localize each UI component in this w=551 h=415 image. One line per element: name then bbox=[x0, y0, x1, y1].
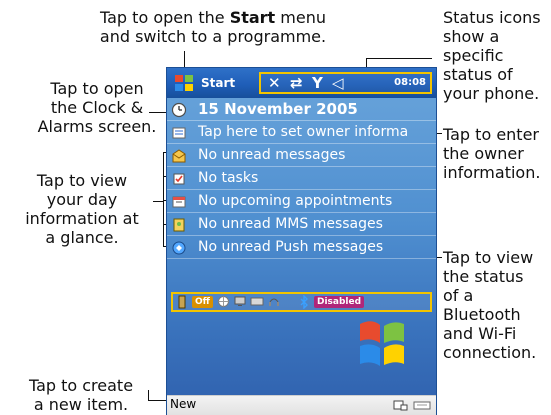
today-items: 15 November 2005 Tap here to set owner i… bbox=[167, 98, 436, 318]
menu-bar: New bbox=[167, 395, 436, 415]
start-callout-prefix: Tap to open the bbox=[100, 8, 230, 27]
mail-icon bbox=[172, 149, 186, 163]
connectivity-status-row[interactable]: Off Disabled bbox=[171, 292, 432, 312]
messages-label: No unread messages bbox=[198, 147, 346, 163]
day-callout-line: a glance. bbox=[45, 228, 119, 247]
new-callout-line: Tap to create bbox=[28, 376, 134, 395]
clock-callout-line: the Clock & bbox=[50, 98, 144, 117]
bluetooth-callout-line: and Wi-Fi bbox=[443, 324, 517, 343]
day-callout-line: your day bbox=[46, 190, 118, 209]
owner-info-label: Tap here to set owner informa bbox=[198, 124, 409, 140]
windows-logo bbox=[360, 321, 404, 366]
pocket-pc-today-screen: Start ✕ ⇄ Y ◁ 08:08 15 November 2005 Tap… bbox=[167, 68, 436, 415]
signal-settings-icon[interactable]: ✕ bbox=[268, 75, 281, 91]
bluetooth-callout-line: Tap to view bbox=[443, 248, 534, 267]
day-info-callout: Tap to view your day information at a gl… bbox=[11, 171, 153, 247]
status-callout-line: your phone. bbox=[443, 84, 540, 103]
day-callout-line: Tap to view bbox=[36, 171, 128, 190]
today-date-label: 15 November 2005 bbox=[198, 100, 358, 118]
start-callout-suffix: menu bbox=[275, 8, 326, 27]
status-callout-line: specific bbox=[443, 46, 504, 65]
owner-callout-line: Tap to enter bbox=[443, 125, 539, 144]
clock-alarms-callout: Tap to open the Clock & Alarms screen. bbox=[34, 79, 160, 136]
new-item-callout: Tap to create a new item. bbox=[15, 376, 147, 414]
owner-card-icon bbox=[172, 127, 186, 139]
today-date-row[interactable]: 15 November 2005 bbox=[167, 98, 436, 121]
bluetooth-callout-line: of a bbox=[443, 286, 474, 305]
off-status-chip[interactable]: Off bbox=[192, 296, 213, 308]
status-callout-line: Status icons bbox=[443, 8, 541, 27]
speaker-volume-icon[interactable]: ◁ bbox=[332, 75, 344, 91]
start-windows-icon[interactable] bbox=[174, 73, 194, 93]
title-bar: Start ✕ ⇄ Y ◁ 08:08 bbox=[167, 68, 436, 98]
bluetooth-callout-line: Bluetooth bbox=[443, 305, 521, 324]
appointments-label: No upcoming appointments bbox=[198, 193, 393, 209]
bluetooth-wifi-callout: Tap to view the status of a Bluetooth an… bbox=[443, 248, 547, 362]
owner-info-callout: Tap to enter the owner information. bbox=[443, 125, 547, 182]
push-label: No unread Push messages bbox=[198, 239, 384, 255]
bluetooth-callout-line: the status bbox=[443, 267, 524, 286]
antenna-signal-icon[interactable]: Y bbox=[312, 75, 323, 91]
mms-row[interactable]: No unread MMS messages bbox=[167, 213, 436, 236]
phone-mini-icon bbox=[178, 295, 186, 309]
status-callout-line: show a bbox=[443, 27, 500, 46]
clock-icon bbox=[171, 102, 187, 118]
calendar-icon bbox=[172, 196, 186, 208]
push-row[interactable]: No unread Push messages bbox=[167, 236, 436, 259]
day-callout-line: information at bbox=[25, 209, 139, 228]
owner-callout-line: the owner bbox=[443, 144, 524, 163]
keyboard-status-icon bbox=[250, 297, 264, 306]
start-callout-line-1: Tap to open the Start menu bbox=[58, 8, 368, 27]
owner-info-row[interactable]: Tap here to set owner informa bbox=[167, 121, 436, 144]
status-callout-line: status of bbox=[443, 65, 513, 84]
globe-status-icon bbox=[218, 296, 229, 307]
status-icons-callout: Status icons show a specific status of y… bbox=[443, 8, 547, 103]
disabled-status-chip[interactable]: Disabled bbox=[314, 296, 364, 308]
input-panel-icon[interactable] bbox=[412, 398, 432, 412]
push-icon bbox=[172, 241, 186, 255]
clock-callout-line: Tap to open bbox=[50, 79, 144, 98]
owner-callout-line: information. bbox=[443, 163, 541, 182]
start-callout-line-2: and switch to a programme. bbox=[99, 27, 327, 46]
mms-label: No unread MMS messages bbox=[198, 216, 383, 232]
clock-callout-line: Alarms screen. bbox=[37, 117, 157, 136]
headset-status-icon bbox=[269, 298, 279, 306]
sync-arrows-icon[interactable]: ⇄ bbox=[290, 75, 303, 91]
start-menu-callout: Tap to open the Start menu and switch to… bbox=[58, 8, 368, 46]
start-callout-keyword: Start bbox=[229, 8, 276, 27]
status-icons-area: ✕ ⇄ Y ◁ 08:08 bbox=[259, 72, 432, 94]
day-leader-vertical bbox=[163, 152, 164, 246]
monitor-status-icon bbox=[234, 296, 246, 306]
keyboard-icon[interactable] bbox=[393, 398, 408, 412]
new-item-button[interactable]: New bbox=[170, 397, 196, 411]
day-leader-connector bbox=[153, 201, 163, 202]
tasks-row[interactable]: No tasks bbox=[167, 167, 436, 190]
new-leader-vertical bbox=[148, 390, 149, 400]
messages-row[interactable]: No unread messages bbox=[167, 144, 436, 167]
start-button-label[interactable]: Start bbox=[201, 76, 235, 90]
clock-time[interactable]: 08:08 bbox=[394, 77, 426, 88]
tasks-label: No tasks bbox=[198, 170, 259, 186]
bluetooth-callout-line: connection. bbox=[443, 343, 537, 362]
bluetooth-icon bbox=[300, 295, 308, 309]
appointments-row[interactable]: No upcoming appointments bbox=[167, 190, 436, 213]
mms-icon bbox=[173, 218, 185, 232]
status-leader-horizontal bbox=[366, 58, 432, 59]
task-check-icon bbox=[173, 173, 185, 185]
new-callout-line: a new item. bbox=[33, 395, 129, 414]
